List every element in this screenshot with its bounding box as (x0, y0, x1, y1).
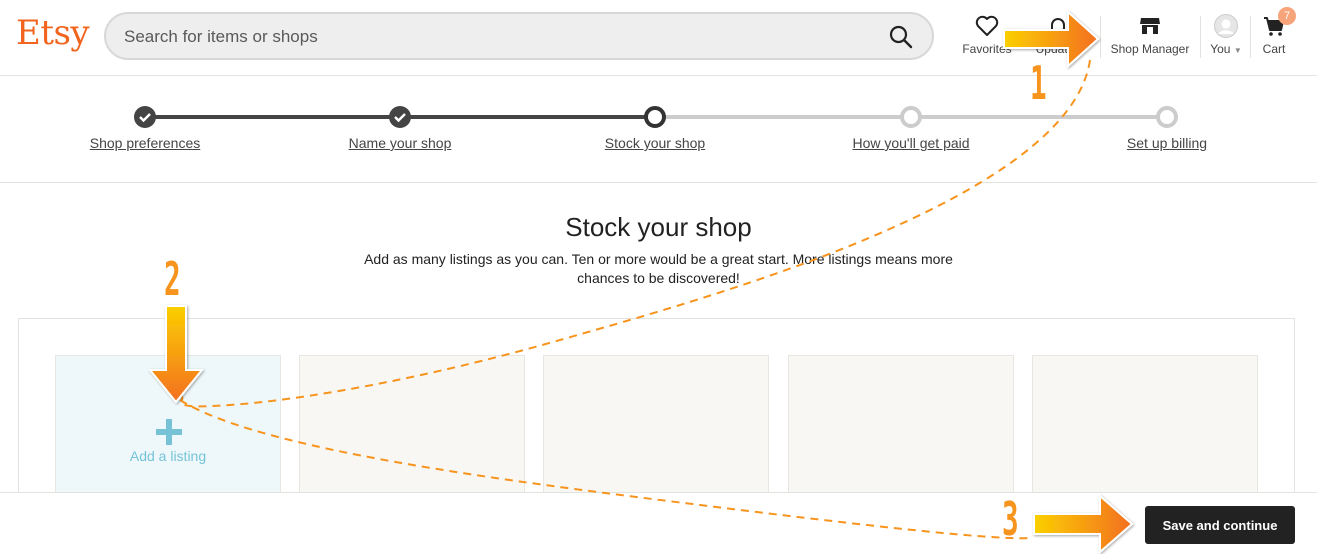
nav-divider (1100, 16, 1101, 58)
step-4-dot (900, 106, 922, 128)
page-subtitle: Add as many listings as you can. Ten or … (364, 251, 953, 286)
footer-bar: Save and continue (0, 492, 1317, 554)
check-icon (139, 113, 151, 123)
step-set-up-billing[interactable]: Set up billing (1127, 135, 1207, 151)
heart-icon (960, 14, 1014, 38)
search-input[interactable] (124, 24, 864, 50)
nav-cart-label: Cart (1262, 42, 1286, 56)
nav-updates-label: Updates (1035, 42, 1081, 56)
etsy-logo[interactable]: Etsy (16, 13, 90, 53)
step-1-dot (134, 106, 156, 128)
step-2-dot (389, 106, 411, 128)
listing-slot (788, 355, 1014, 515)
listing-slot (299, 355, 525, 515)
nav-divider (1250, 16, 1251, 58)
save-and-continue-button[interactable]: Save and continue (1145, 506, 1295, 544)
nav-shop-manager-label: Shop Manager (1110, 42, 1190, 56)
annotation-number-2: 2 (164, 252, 181, 306)
listing-slot (543, 355, 769, 515)
caret-down-icon: ▼ (1233, 46, 1242, 55)
cart-count-badge: 7 (1278, 7, 1296, 25)
check-icon (394, 113, 406, 123)
step-shop-preferences[interactable]: Shop preferences (90, 135, 201, 151)
plus-icon (156, 419, 182, 445)
progress-stepper: Shop preferences Name your shop Stock yo… (0, 77, 1317, 183)
step-5-dot (1156, 106, 1178, 128)
nav-you-label: You (1210, 42, 1231, 56)
nav-shop-manager[interactable]: Shop Manager (1106, 14, 1194, 56)
top-header: Etsy Favorites Updates Shop Manager You … (0, 0, 1317, 76)
bell-icon (1030, 14, 1086, 38)
storefront-icon (1106, 14, 1194, 38)
annotation-number-1: 1 (1030, 56, 1047, 110)
nav-divider (1200, 16, 1201, 58)
search-bar (104, 12, 934, 60)
listing-slot (1032, 355, 1258, 515)
step-name-your-shop[interactable]: Name your shop (349, 135, 452, 151)
add-listing-card[interactable]: Add a listing (55, 355, 281, 515)
page-title: Stock your shop (565, 212, 752, 242)
avatar-icon (1206, 14, 1246, 38)
step-how-youll-get-paid[interactable]: How you'll get paid (852, 135, 969, 151)
annotation-number-3: 3 (1002, 492, 1019, 546)
add-listing-label: Add a listing (129, 448, 207, 464)
nav-you[interactable]: You ▼ (1206, 14, 1246, 56)
search-icon[interactable] (888, 24, 914, 50)
nav-favorites[interactable]: Favorites (960, 14, 1014, 56)
nav-favorites-label: Favorites (962, 42, 1012, 56)
nav-updates[interactable]: Updates (1030, 14, 1086, 56)
step-stock-your-shop[interactable]: Stock your shop (605, 135, 705, 151)
step-3-dot (644, 106, 666, 128)
